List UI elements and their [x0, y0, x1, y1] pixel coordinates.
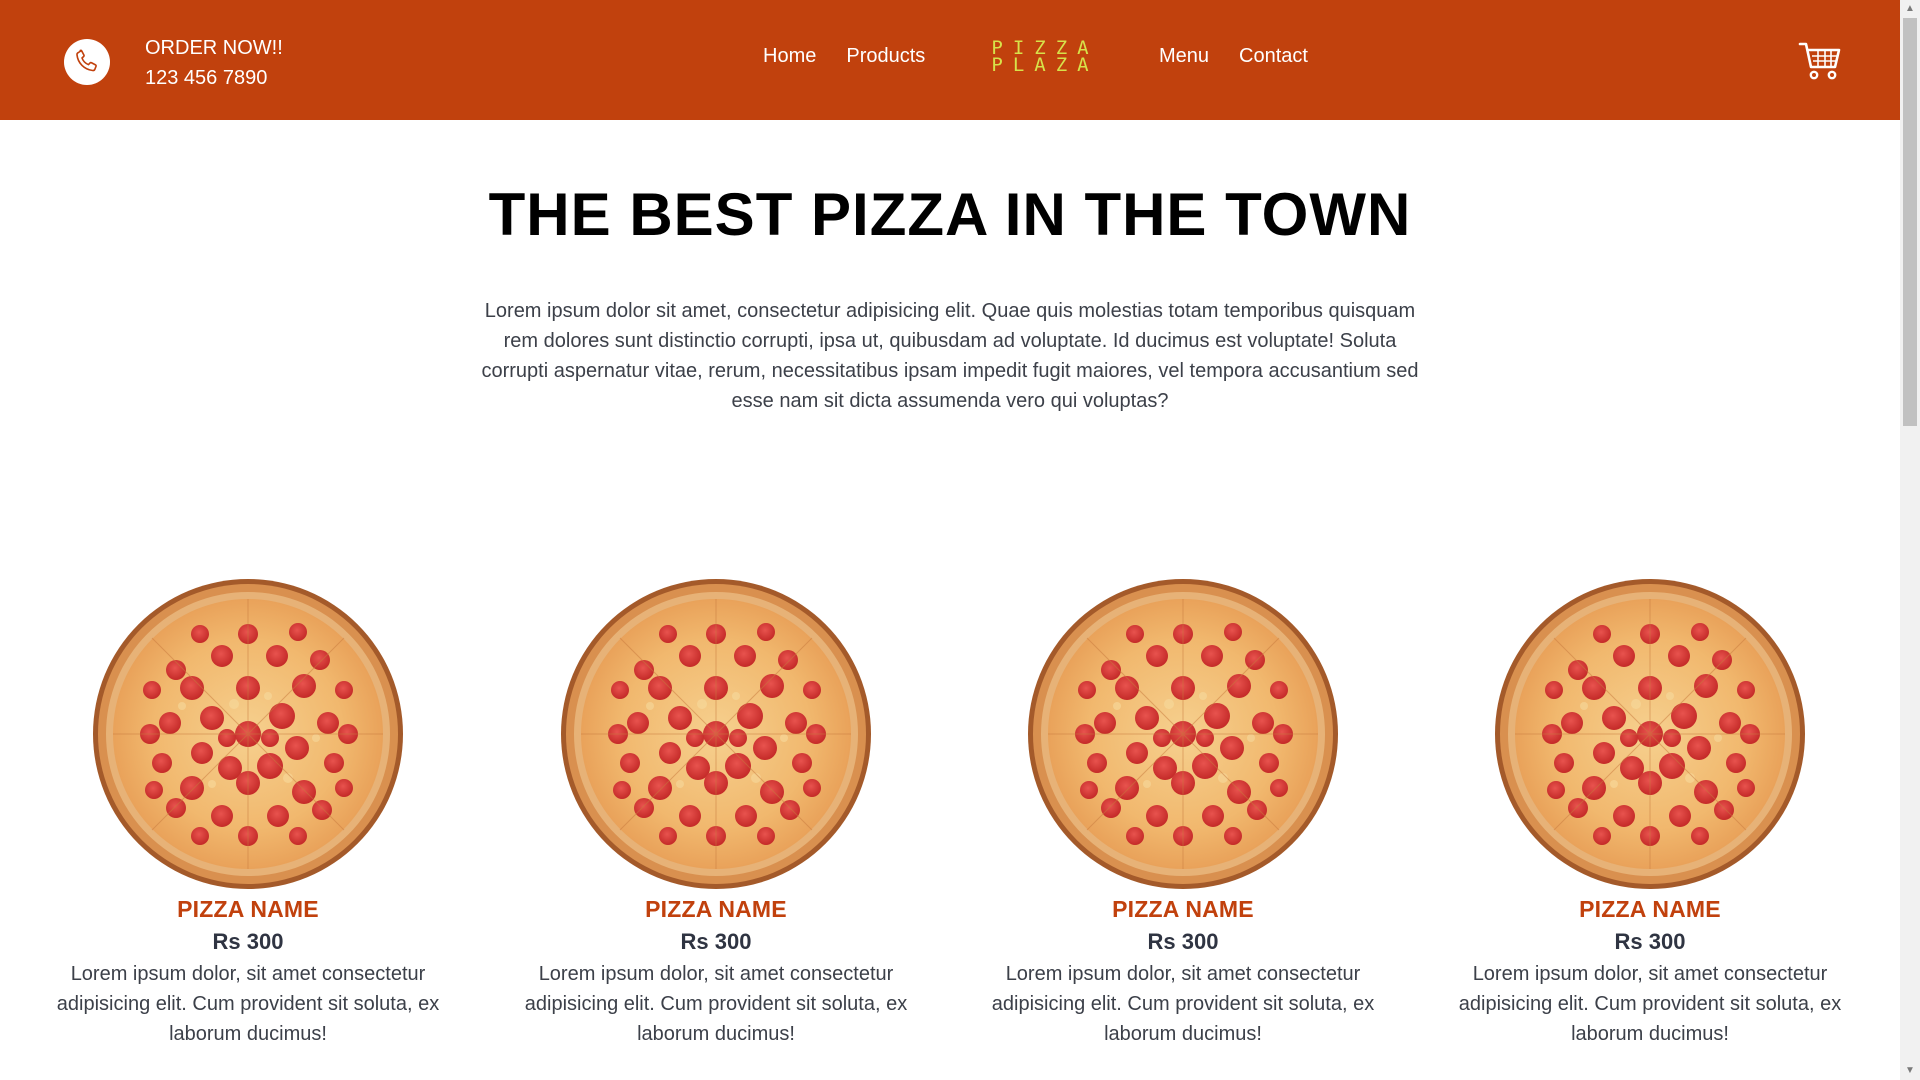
- hero-description: Lorem ipsum dolor sit amet, consectetur …: [481, 300, 1419, 412]
- product-card: PIZZA NAME Rs 300 Lorem ipsum dolor, sit…: [48, 578, 448, 1049]
- main-nav-left: Home Products: [763, 0, 925, 112]
- product-description: Lorem ipsum dolor, sit amet consectetur …: [991, 963, 1375, 1045]
- logo-line-2: PLAZA: [991, 54, 1099, 76]
- page: ORDER NOW!! 123 456 7890 Home Products P…: [0, 0, 1920, 1080]
- main-nav-right: Menu Contact: [1159, 0, 1308, 112]
- product-card: PIZZA NAME Rs 300 Lorem ipsum dolor, sit…: [1450, 578, 1850, 1049]
- product-price: Rs 300: [1614, 929, 1686, 954]
- product-description: Lorem ipsum dolor, sit amet consectetur …: [524, 963, 908, 1045]
- pizza-image[interactable]: [1494, 578, 1806, 890]
- product-name[interactable]: PIZZA NAME: [48, 896, 448, 923]
- product-name[interactable]: PIZZA NAME: [983, 896, 1383, 923]
- product-card: PIZZA NAME Rs 300 Lorem ipsum dolor, sit…: [516, 578, 916, 1049]
- product-price: Rs 300: [1147, 929, 1219, 954]
- order-contact: ORDER NOW!! 123 456 7890: [145, 33, 283, 93]
- pizza-plaza-logo[interactable]: PIZZA PLAZA: [975, 39, 1105, 76]
- nav-home[interactable]: Home: [763, 45, 816, 68]
- order-now-label: ORDER NOW!!: [145, 37, 283, 59]
- product-price: Rs 300: [680, 929, 752, 954]
- hero-title: THE BEST PIZZA IN THE TOWN: [488, 181, 1412, 248]
- nav-products[interactable]: Products: [846, 45, 925, 68]
- top-bar: ORDER NOW!! 123 456 7890 Home Products P…: [0, 0, 1900, 120]
- product-card: PIZZA NAME Rs 300 Lorem ipsum dolor, sit…: [983, 578, 1383, 1049]
- cart-icon[interactable]: [1798, 40, 1842, 82]
- product-price: Rs 300: [212, 929, 284, 954]
- product-description: Lorem ipsum dolor, sit amet consectetur …: [1458, 963, 1842, 1045]
- scroll-down-arrow[interactable]: ▼: [1900, 1062, 1920, 1080]
- phone-icon[interactable]: [64, 39, 110, 85]
- nav-contact[interactable]: Contact: [1239, 45, 1308, 68]
- pizza-image[interactable]: [560, 578, 872, 890]
- nav-menu[interactable]: Menu: [1159, 45, 1209, 68]
- vertical-scrollbar[interactable]: ▲ ▼: [1900, 0, 1920, 1080]
- pizza-image[interactable]: [1027, 578, 1339, 890]
- phone-number[interactable]: 123 456 7890: [145, 63, 283, 93]
- scroll-up-arrow[interactable]: ▲: [1900, 0, 1920, 18]
- product-name[interactable]: PIZZA NAME: [1450, 896, 1850, 923]
- pizza-image[interactable]: [92, 578, 404, 890]
- product-description: Lorem ipsum dolor, sit amet consectetur …: [56, 963, 440, 1045]
- product-name[interactable]: PIZZA NAME: [516, 896, 916, 923]
- scrollbar-thumb[interactable]: [1903, 18, 1917, 426]
